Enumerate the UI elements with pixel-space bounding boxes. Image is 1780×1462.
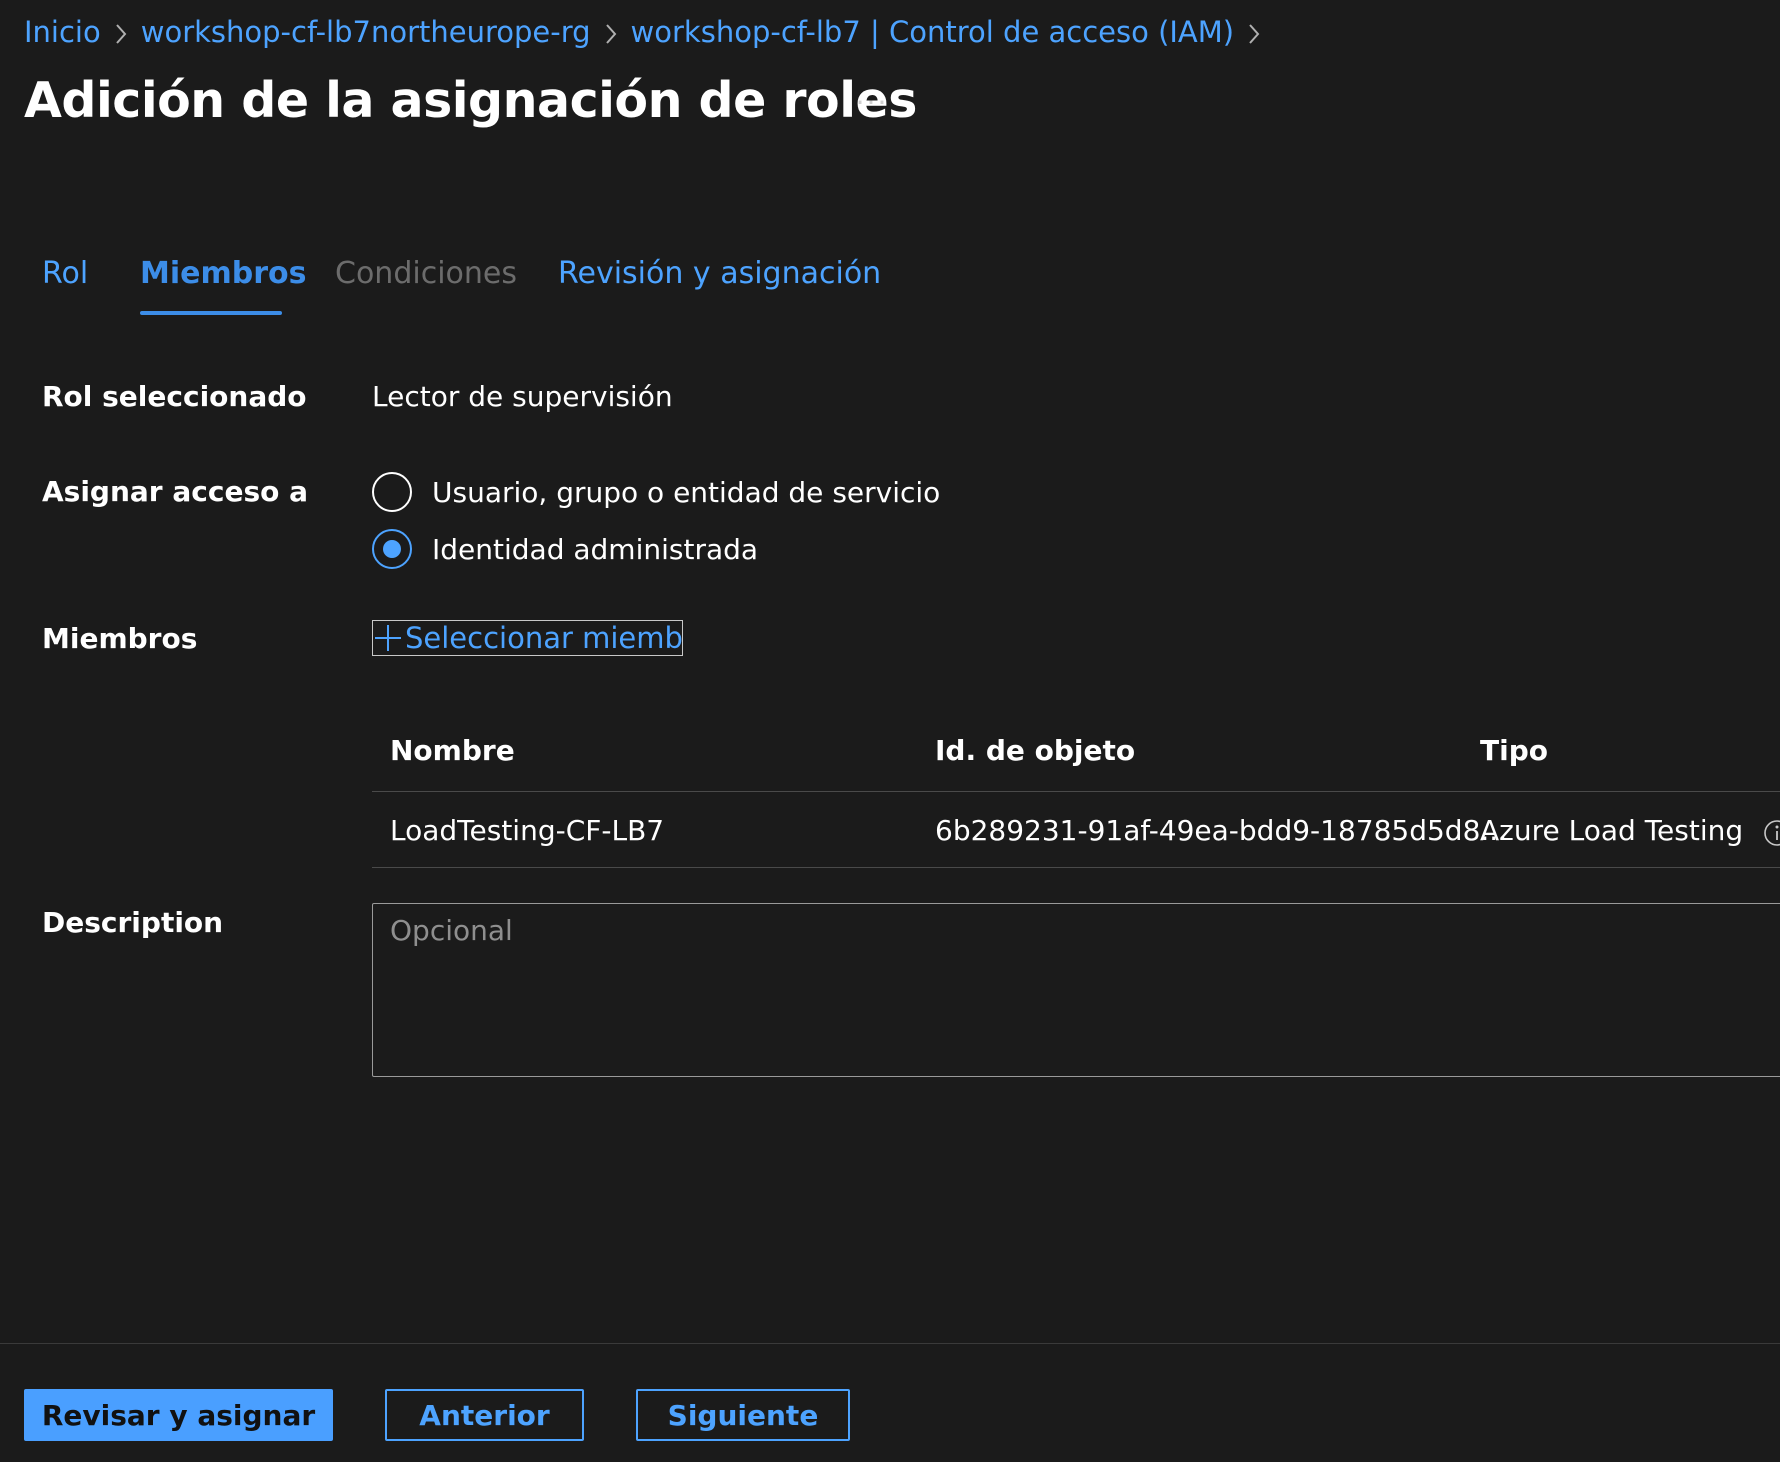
description-label: Description xyxy=(42,906,224,939)
selected-role-value: Lector de supervisión xyxy=(372,380,673,413)
chevron-right-icon xyxy=(1234,15,1274,49)
description-textarea[interactable] xyxy=(372,903,1780,1077)
cell-object-id: 6b289231-91af-49ea-bdd9-18785d5d8... xyxy=(935,814,1508,847)
column-header-tipo: Tipo xyxy=(1480,734,1548,767)
tab-revision-asignacion[interactable]: Revisión y asignación xyxy=(558,256,881,318)
select-members-label: Seleccionar miembros xyxy=(405,621,683,655)
chevron-right-icon xyxy=(101,15,141,49)
select-members-button[interactable]: Seleccionar miembros xyxy=(372,620,683,656)
radio-option-label: Usuario, grupo o entidad de servicio xyxy=(432,475,941,509)
radio-option-user-group[interactable]: Usuario, grupo o entidad de servicio xyxy=(372,470,940,514)
radio-checked-icon[interactable] xyxy=(372,529,412,569)
chevron-right-icon xyxy=(591,15,631,49)
selected-role-label: Rol seleccionado xyxy=(42,380,307,413)
tab-miembros[interactable]: Miembros xyxy=(140,256,306,318)
table-header-divider xyxy=(372,791,1780,792)
previous-button[interactable]: Anterior xyxy=(385,1389,584,1441)
breadcrumb-item-resource-group[interactable]: workshop-cf-lb7northeurope-rg xyxy=(141,15,591,49)
page-title: Adición de la asignación de roles xyxy=(24,72,917,129)
breadcrumb-item-iam[interactable]: workshop-cf-lb7 | Control de acceso (IAM… xyxy=(631,15,1235,49)
next-button[interactable]: Siguiente xyxy=(636,1389,850,1441)
breadcrumb-item-inicio[interactable]: Inicio xyxy=(24,15,101,49)
cell-type: Azure Load Testing xyxy=(1480,814,1744,847)
tab-condiciones: Condiciones xyxy=(335,256,517,291)
cell-name: LoadTesting-CF-LB7 xyxy=(390,814,665,847)
table-row-divider xyxy=(372,867,1780,868)
column-header-nombre: Nombre xyxy=(390,734,515,767)
footer-divider xyxy=(0,1343,1780,1344)
members-label: Miembros xyxy=(42,622,198,655)
radio-option-managed-identity[interactable]: Identidad administrada xyxy=(372,527,758,571)
tab-rol[interactable]: Rol xyxy=(42,256,88,318)
column-header-object-id: Id. de objeto xyxy=(935,734,1136,767)
active-tab-indicator xyxy=(140,311,282,315)
radio-option-label: Identidad administrada xyxy=(432,532,759,566)
plus-icon xyxy=(375,625,401,651)
breadcrumb: Inicio workshop-cf-lb7northeurope-rg wor… xyxy=(24,12,1274,52)
review-assign-button[interactable]: Revisar y asignar xyxy=(24,1389,333,1441)
info-icon[interactable] xyxy=(1762,818,1780,848)
assign-access-label: Asignar acceso a xyxy=(42,475,308,508)
more-options-icon[interactable]: ··· xyxy=(850,80,894,124)
radio-unchecked-icon[interactable] xyxy=(372,472,412,512)
